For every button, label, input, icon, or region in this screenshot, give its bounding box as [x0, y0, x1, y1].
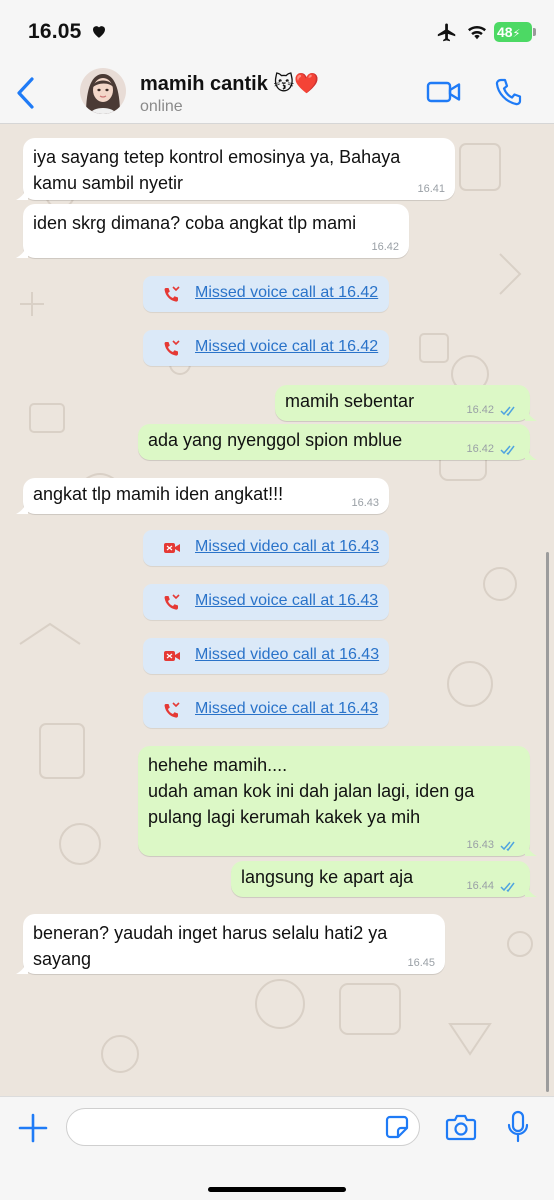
bubble-tail	[16, 960, 28, 974]
video-camera-icon[interactable]	[426, 78, 462, 106]
missed-call-label[interactable]: Missed voice call at 16.42	[195, 284, 378, 302]
bubble-tail	[525, 446, 537, 460]
message-time: 16.44	[466, 880, 494, 892]
read-receipt-icon	[500, 445, 515, 456]
read-receipt-icon	[500, 406, 515, 417]
message-text: ada yang nyenggol spion mblue	[148, 430, 403, 450]
message-bubble-incoming[interactable]: angkat tlp mamih iden angkat!!! 16.43	[16, 478, 389, 514]
missed-call-label[interactable]: Missed video call at 16.43	[195, 538, 379, 556]
message-time: 16.42	[371, 241, 399, 253]
message-bubble-incoming[interactable]: beneran? yaudah inget harus selalu hati2…	[16, 914, 445, 974]
bubble-tail	[16, 500, 28, 514]
message-text: iya sayang tetep kontrol emosinya ya, Ba…	[33, 147, 401, 193]
chat-header: mamih cantik 😽❤️ online	[0, 62, 554, 124]
message-time: 16.42	[466, 443, 494, 455]
missed-voice-call-icon	[164, 594, 180, 610]
microphone-icon[interactable]	[506, 1110, 530, 1144]
missed-voice-call-icon	[164, 286, 180, 302]
message-bubble-incoming[interactable]: iden skrg dimana? coba angkat tlp mami 1…	[16, 204, 409, 258]
sticker-icon[interactable]	[385, 1115, 409, 1139]
message-bubble-incoming[interactable]: iya sayang tetep kontrol emosinya ya, Ba…	[16, 138, 455, 200]
bubble-tail	[16, 244, 28, 258]
bubble-tail	[525, 842, 537, 856]
missed-call-label[interactable]: Missed video call at 16.43	[195, 646, 379, 664]
bubble-tail	[525, 407, 537, 421]
message-time: 16.45	[407, 957, 435, 969]
battery-level: 48	[497, 24, 513, 40]
message-text: angkat tlp mamih iden angkat!!!	[33, 484, 284, 504]
message-input[interactable]	[66, 1108, 420, 1146]
chat-area[interactable]: iya sayang tetep kontrol emosinya ya, Ba…	[0, 124, 554, 1096]
missed-call-notice[interactable]: Missed voice call at 16.43	[143, 692, 389, 728]
missed-call-label[interactable]: Missed voice call at 16.43	[195, 700, 378, 718]
missed-video-call-icon	[164, 651, 180, 661]
airplane-icon	[437, 23, 456, 42]
status-bar: 16.05 48⚡	[0, 0, 554, 62]
input-bar	[0, 1096, 554, 1200]
phone-icon[interactable]	[494, 77, 522, 107]
home-indicator	[208, 1187, 346, 1192]
contact-status: online	[140, 98, 183, 115]
heart-icon	[93, 26, 105, 38]
message-bubble-outgoing[interactable]: langsung ke apart aja 16.44	[231, 861, 537, 897]
message-bubble-outgoing[interactable]: ada yang nyenggol spion mblue 16.42	[138, 424, 537, 460]
avatar-image	[80, 68, 126, 114]
bubble-tail	[16, 186, 28, 200]
missed-call-notice[interactable]: Missed voice call at 16.42	[143, 276, 389, 312]
contact-name[interactable]: mamih cantik 😽❤️	[140, 71, 319, 96]
battery-indicator: 48⚡	[494, 22, 532, 42]
message-time: 16.41	[417, 183, 445, 195]
read-receipt-icon	[500, 841, 515, 852]
missed-voice-call-icon	[164, 340, 180, 356]
message-text: iden skrg dimana? coba angkat tlp mami	[33, 213, 357, 233]
missed-call-notice[interactable]: Missed voice call at 16.42	[143, 330, 389, 366]
charging-icon: ⚡	[512, 28, 521, 40]
missed-call-notice[interactable]: Missed video call at 16.43	[143, 638, 389, 674]
camera-icon[interactable]	[445, 1113, 477, 1141]
contact-emoji: 😽❤️	[273, 73, 320, 95]
message-time: 16.42	[466, 404, 494, 416]
missed-call-label[interactable]: Missed voice call at 16.42	[195, 338, 378, 356]
avatar[interactable]	[80, 68, 126, 114]
plus-icon[interactable]	[18, 1113, 48, 1143]
bubble-tail	[525, 883, 537, 897]
message-bubble-outgoing[interactable]: mamih sebentar 16.42	[275, 385, 537, 421]
missed-voice-call-icon	[164, 702, 180, 718]
message-text: beneran? yaudah inget harus selalu hati2…	[33, 923, 388, 969]
read-receipt-icon	[500, 882, 515, 893]
missed-call-notice[interactable]: Missed video call at 16.43	[143, 530, 389, 566]
message-time: 16.43	[466, 839, 494, 851]
message-time: 16.43	[351, 497, 379, 509]
message-bubble-outgoing[interactable]: hehehe mamih.... udah aman kok ini dah j…	[138, 746, 537, 856]
wifi-icon	[468, 25, 486, 40]
battery-tip	[533, 28, 536, 36]
status-time: 16.05	[28, 20, 82, 43]
message-text: hehehe mamih.... udah aman kok ini dah j…	[148, 755, 475, 827]
missed-call-label[interactable]: Missed voice call at 16.43	[195, 592, 378, 610]
missed-call-notice[interactable]: Missed voice call at 16.43	[143, 584, 389, 620]
chevron-left-icon[interactable]	[14, 76, 38, 110]
contact-name-text: mamih cantik	[140, 73, 268, 95]
scrollbar[interactable]	[546, 552, 549, 1092]
missed-video-call-icon	[164, 543, 180, 553]
